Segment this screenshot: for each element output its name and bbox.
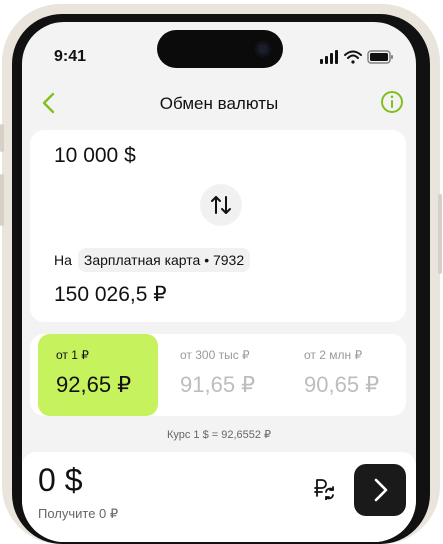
tier-label: от 2 млн ₽ xyxy=(304,348,363,362)
tier-option[interactable]: от 1 ₽ 92,65 ₽ xyxy=(38,334,158,416)
continue-button[interactable] xyxy=(354,464,406,516)
result-amount: 0 $ xyxy=(38,462,83,498)
tier-rate: 90,65 ₽ xyxy=(304,372,380,397)
dynamic-island xyxy=(157,30,283,68)
info-icon[interactable] xyxy=(380,90,404,114)
receive-text: Получите 0 ₽ xyxy=(38,506,119,521)
status-time: 9:41 xyxy=(54,48,87,65)
tier-rate: 92,65 ₽ xyxy=(56,372,132,397)
side-button xyxy=(0,124,4,152)
nav-bar: Обмен валюты xyxy=(22,86,416,124)
side-button xyxy=(438,194,442,274)
page-title: Обмен валюты xyxy=(159,94,279,113)
exchange-rate-text: Курс 1 $ = 92,6552 ₽ xyxy=(166,429,272,441)
tier-option[interactable]: от 300 тыс ₽ 91,65 ₽ xyxy=(162,334,286,416)
bottom-panel: 0 $ Получите 0 ₽ xyxy=(22,452,416,542)
tier-option[interactable]: от 2 млн ₽ 90,65 ₽ xyxy=(286,334,406,416)
tier-label: от 1 ₽ xyxy=(56,348,89,362)
swap-arrows-icon xyxy=(211,196,231,214)
signal-icon xyxy=(320,50,338,64)
from-amount[interactable]: 10 000 $ xyxy=(54,144,136,168)
exchange-card: 10 000 $ На Зарплатная карта • 7932 150 … xyxy=(30,130,406,322)
chevron-right-icon xyxy=(374,478,388,502)
rate-tiers: от 1 ₽ 92,65 ₽ от 300 тыс ₽ 91,65 ₽ от 2… xyxy=(30,334,406,416)
side-button xyxy=(0,174,4,226)
tier-rate: 91,65 ₽ xyxy=(180,372,256,397)
account-selector[interactable]: Зарплатная карта • 7932 xyxy=(77,248,251,272)
status-icons xyxy=(320,50,393,64)
app-screen: 9:41 Обмен валюты 10 000 $ На Зарплатная… xyxy=(22,22,416,542)
swap-button[interactable] xyxy=(200,184,242,226)
camera xyxy=(255,41,271,57)
to-prefix: На xyxy=(54,252,72,268)
battery-icon xyxy=(367,50,393,64)
ruble-exchange-icon[interactable] xyxy=(312,476,336,500)
status-bar: 9:41 xyxy=(22,22,416,86)
to-account-row: На Зарплатная карта • 7932 xyxy=(54,248,251,272)
wifi-icon xyxy=(344,50,362,64)
tier-label: от 300 тыс ₽ xyxy=(180,348,250,362)
to-amount: 150 026,5 ₽ xyxy=(54,283,167,306)
